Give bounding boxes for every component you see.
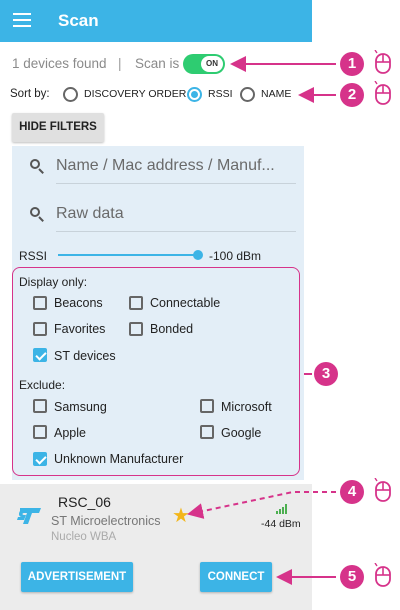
annotation-badge-1: 1	[340, 52, 364, 76]
annotation-badge-4: 4	[340, 480, 364, 504]
annotation-badge-3: 3	[314, 362, 338, 386]
annotation-badge-5: 5	[340, 565, 364, 589]
mouse-click-icon	[374, 50, 391, 74]
mouse-click-icon	[374, 563, 391, 587]
mouse-click-icon	[374, 81, 391, 105]
annotation-badge-2: 2	[340, 83, 364, 107]
mouse-click-icon	[374, 478, 391, 502]
arrow-4	[187, 491, 336, 519]
